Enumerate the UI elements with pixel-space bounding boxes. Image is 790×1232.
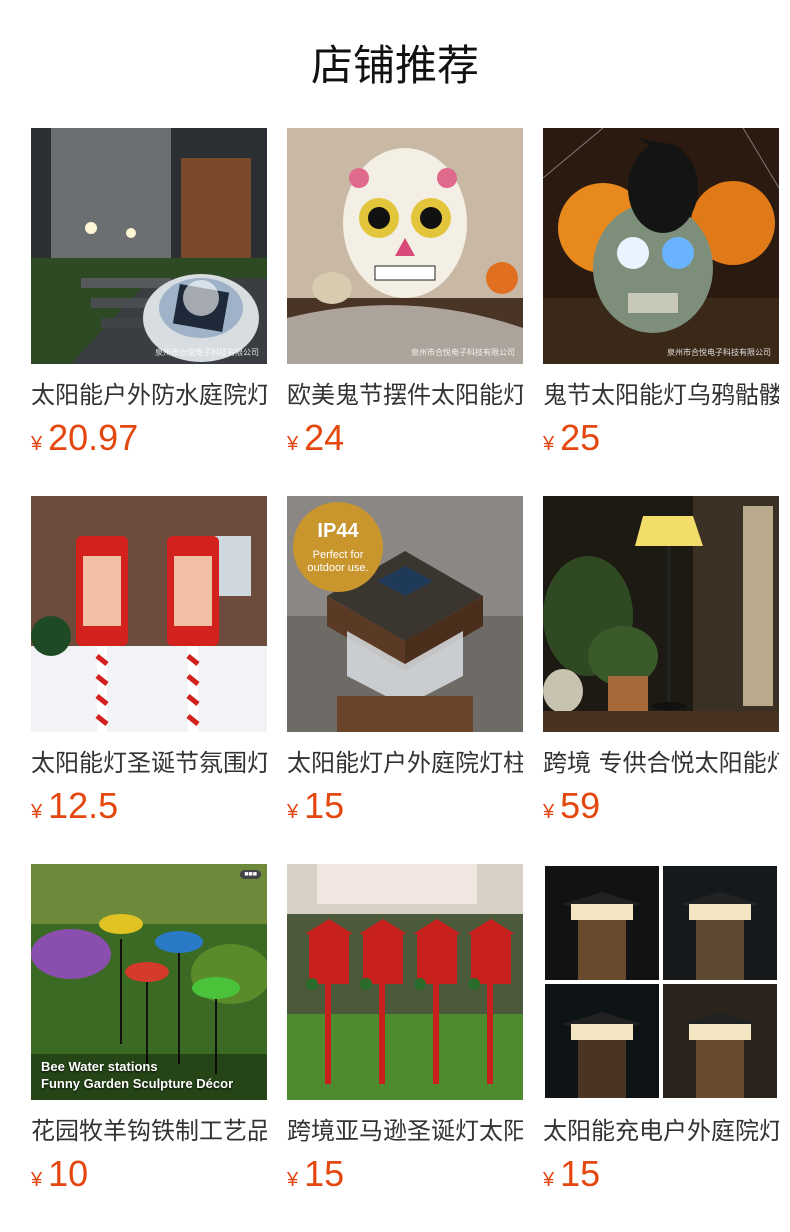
crow-skull-image[interactable]: 泉州市合悦电子科技有限公司 [543,128,779,364]
image-caption: Bee Water stations Funny Garden Sculptur… [41,1059,234,1091]
store-recommendations-page: 店铺推荐 泉州市合悦电子科技有限公司 太阳能户外防水庭院灯 ¥ 20.97 泉州… [0,0,790,1232]
price-value: 12.5 [48,785,119,826]
image-watermark: 泉州市合悦电子科技有限公司 [155,348,259,357]
price-value: 59 [560,785,601,826]
product-card[interactable]: 泉州市合悦电子科技有限公司 欧美鬼节摆件太阳能灯 ¥24 [287,128,523,458]
product-price: ¥25 [543,416,600,460]
product-price: ¥15 [287,1152,344,1196]
currency-symbol: ¥ [543,801,555,823]
currency-symbol: ¥ [287,433,299,455]
product-price: ¥24 [287,416,344,460]
product-name[interactable]: 太阳能灯圣诞节氛围灯 [31,748,267,782]
product-name[interactable]: 花园牧羊钩铁制工艺品 [31,1116,267,1150]
floor-lamp-image[interactable] [543,496,779,732]
image-watermark: 泉州市合悦电子科技有限公司 [411,348,515,357]
currency-symbol: ¥ [287,1169,299,1191]
post-cap-light-image[interactable]: IP44 Perfect for outdoor use. [287,496,523,732]
product-name[interactable]: 太阳能充电户外庭院灯 [543,1116,779,1150]
currency-symbol: ¥ [31,433,43,455]
product-price: ¥12.5 [31,784,118,828]
sugar-skull-image[interactable]: 泉州市合悦电子科技有限公司 [287,128,523,364]
price-value: 15 [560,1153,601,1194]
ip44-badge: IP44 Perfect for outdoor use. [293,502,383,592]
product-name[interactable]: 鬼节太阳能灯乌鸦骷髅 [543,380,779,414]
currency-symbol: ¥ [543,1169,555,1191]
product-name[interactable]: 太阳能户外防水庭院灯 [31,380,267,414]
product-name[interactable]: 跨境亚马逊圣诞灯太阳能 [287,1116,523,1150]
post-cap-grid-image[interactable] [543,864,779,1100]
product-card[interactable]: IP44 Perfect for outdoor use. 太阳能灯户外庭院灯柱… [287,496,523,826]
product-card[interactable]: 太阳能充电户外庭院灯 ¥15 [543,864,779,1194]
candy-cane-lantern-image[interactable] [31,496,267,732]
red-lantern-stakes-image[interactable] [287,864,523,1100]
product-grid: 泉州市合悦电子科技有限公司 太阳能户外防水庭院灯 ¥20.97 泉州市合悦电子科… [31,128,790,1228]
product-name[interactable]: 欧美鬼节摆件太阳能灯 [287,380,523,414]
product-name[interactable]: 太阳能灯户外庭院灯柱 [287,748,523,782]
currency-symbol: ¥ [287,801,299,823]
brand-logo: ■■■ [240,870,261,879]
price-value: 25 [560,417,601,458]
price-value: 20.97 [48,417,139,458]
product-name[interactable]: 跨境 专供合悦太阳能灯 [543,748,779,782]
bee-water-station-image[interactable]: ■■■ Bee Water stations Funny Garden Scul… [31,864,267,1100]
product-card[interactable]: ■■■ Bee Water stations Funny Garden Scul… [31,864,267,1194]
product-price: ¥59 [543,784,600,828]
solar-deck-light-image[interactable]: 泉州市合悦电子科技有限公司 [31,128,267,364]
currency-symbol: ¥ [31,1169,43,1191]
price-value: 24 [304,417,345,458]
product-card[interactable]: 泉州市合悦电子科技有限公司 鬼节太阳能灯乌鸦骷髅 ¥25 [543,128,779,458]
price-value: 15 [304,1153,345,1194]
product-card[interactable]: 跨境 专供合悦太阳能灯 ¥59 [543,496,779,826]
image-watermark: 泉州市合悦电子科技有限公司 [667,348,771,357]
currency-symbol: ¥ [31,801,43,823]
product-price: ¥15 [543,1152,600,1196]
product-price: ¥15 [287,784,344,828]
currency-symbol: ¥ [543,433,555,455]
product-card[interactable]: 太阳能灯圣诞节氛围灯 ¥12.5 [31,496,267,826]
product-price: ¥20.97 [31,416,138,460]
product-card[interactable]: 跨境亚马逊圣诞灯太阳能 ¥15 [287,864,523,1194]
page-title: 店铺推荐 [310,41,479,90]
product-card[interactable]: 泉州市合悦电子科技有限公司 太阳能户外防水庭院灯 ¥20.97 [31,128,267,458]
price-value: 10 [48,1153,89,1194]
product-price: ¥10 [31,1152,88,1196]
price-value: 15 [304,785,345,826]
